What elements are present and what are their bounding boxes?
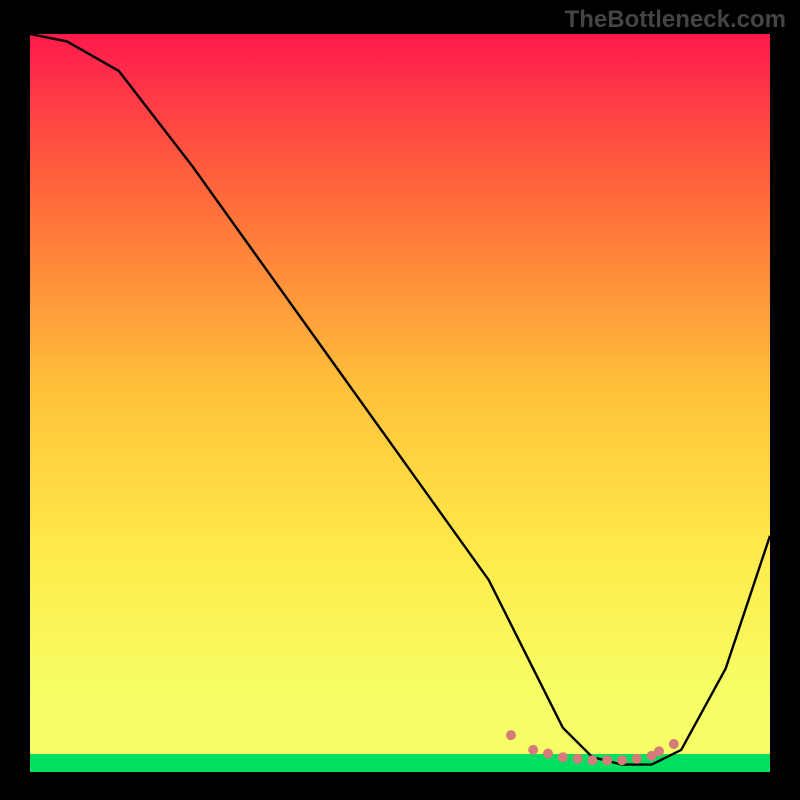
dot xyxy=(654,746,664,756)
dot xyxy=(587,755,597,765)
gradient-bg xyxy=(30,34,770,772)
dot xyxy=(543,749,553,759)
dot xyxy=(558,752,568,762)
dot xyxy=(506,730,516,740)
dot xyxy=(528,745,538,755)
dot xyxy=(669,739,679,749)
bottleneck-chart xyxy=(0,0,800,800)
chart-container: TheBottleneck.com xyxy=(0,0,800,800)
dot xyxy=(573,754,583,764)
plot-area xyxy=(30,34,770,772)
watermark-label: TheBottleneck.com xyxy=(565,6,786,34)
dot xyxy=(602,755,612,765)
green-band xyxy=(30,754,770,772)
dot xyxy=(617,755,627,765)
dot xyxy=(632,754,642,764)
